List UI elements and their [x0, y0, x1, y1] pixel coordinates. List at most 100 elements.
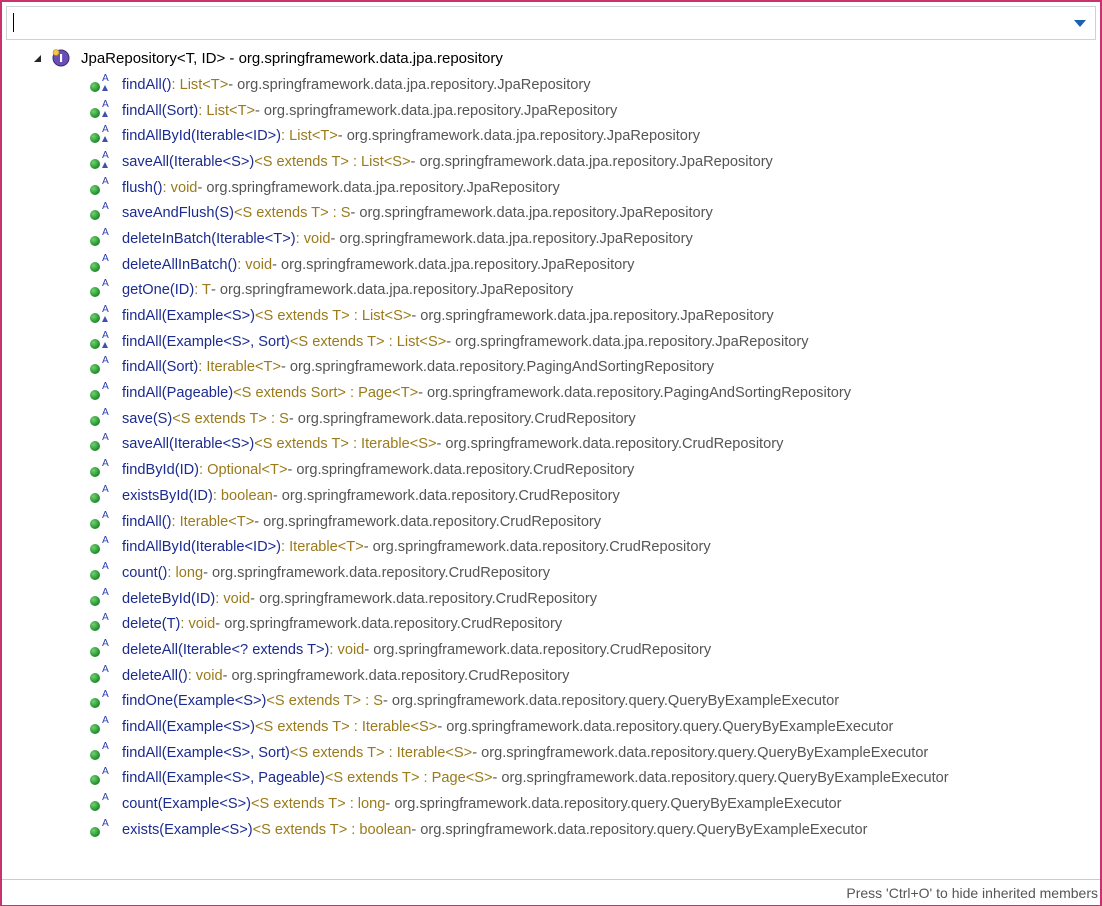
abstract-marker-icon: A: [102, 483, 109, 495]
member-signature: findOne(Example<S>): [122, 693, 267, 710]
abstract-marker-icon: A: [102, 509, 109, 521]
member-row[interactable]: AfindAllById(Iterable<ID>) : List<T> - o…: [2, 123, 1100, 149]
abstract-marker-icon: A: [102, 817, 109, 829]
member-row[interactable]: AfindAll() : Iterable<T> - org.springfra…: [2, 509, 1100, 535]
member-declaring-type: - org.springframework.data.jpa.repositor…: [228, 76, 591, 93]
member-row[interactable]: AsaveAll(Iterable<S>) <S extends T> : Li…: [2, 149, 1100, 175]
public-abstract-method-icon: A: [90, 355, 114, 376]
method-dot-icon: [90, 467, 100, 478]
member-row[interactable]: AfindOne(Example<S>) <S extends T> : S -…: [2, 689, 1100, 715]
chevron-down-icon[interactable]: [1071, 15, 1089, 33]
member-return-type: : void: [162, 179, 198, 196]
member-row[interactable]: Aexists(Example<S>) <S extends T> : bool…: [2, 817, 1100, 843]
member-row[interactable]: AfindAll(Sort) : Iterable<T> - org.sprin…: [2, 355, 1100, 381]
public-abstract-method-icon: A: [90, 150, 114, 171]
member-row[interactable]: AgetOne(ID) : T - org.springframework.da…: [2, 278, 1100, 304]
member-row[interactable]: AfindAll(Example<S>, Pageable) <S extend…: [2, 766, 1100, 792]
method-dot-icon: [90, 313, 100, 324]
member-signature: count(Example<S>): [122, 796, 251, 813]
member-declaring-type: - org.springframework.data.repository.Cr…: [222, 667, 570, 684]
overrides-marker-icon: [102, 316, 108, 323]
member-signature: saveAll(Iterable<S>): [122, 436, 255, 453]
member-row[interactable]: AfindAllById(Iterable<ID>) : Iterable<T>…: [2, 534, 1100, 560]
public-abstract-method-icon: A: [90, 587, 114, 608]
member-return-type: <S extends T> : Iterable<S>: [255, 719, 438, 736]
public-abstract-method-icon: A: [90, 304, 114, 325]
public-abstract-method-icon: A: [90, 664, 114, 685]
member-signature: findAll(Example<S>, Sort): [122, 744, 290, 761]
public-abstract-method-icon: A: [90, 561, 114, 582]
member-declaring-type: - org.springframework.data.jpa.repositor…: [272, 256, 635, 273]
member-row[interactable]: AdeleteAll() : void - org.springframewor…: [2, 663, 1100, 689]
member-signature: deleteAll(): [122, 667, 188, 684]
member-row[interactable]: AdeleteById(ID) : void - org.springframe…: [2, 586, 1100, 612]
member-declaring-type: - org.springframework.data.jpa.repositor…: [350, 205, 713, 222]
method-dot-icon: [90, 390, 100, 401]
member-row[interactable]: AfindAll(Example<S>, Sort) <S extends T>…: [2, 329, 1100, 355]
member-return-type: : void: [180, 616, 216, 633]
root-interface-label: JpaRepository<T, ID> - org.springframewo…: [81, 49, 503, 67]
member-return-type: : long: [167, 564, 204, 581]
member-signature: exists(Example<S>): [122, 821, 253, 838]
member-row[interactable]: AdeleteAll(Iterable<? extends T>) : void…: [2, 637, 1100, 663]
public-abstract-method-icon: A: [90, 330, 114, 351]
abstract-marker-icon: A: [102, 355, 109, 367]
tree-root-node[interactable]: I JpaRepository<T, ID> - org.springframe…: [16, 46, 1076, 70]
member-row[interactable]: Acount() : long - org.springframework.da…: [2, 560, 1100, 586]
public-abstract-method-icon: A: [90, 98, 114, 120]
member-declaring-type: - org.springframework.data.repository.qu…: [437, 719, 894, 736]
member-row[interactable]: AfindAll(Example<S>) <S extends T> : Lis…: [2, 303, 1100, 329]
member-declaring-type: - org.springframework.data.repository.Pa…: [280, 359, 714, 376]
method-dot-icon: [90, 184, 100, 195]
member-signature: deleteAll(Iterable<? extends T>): [122, 641, 330, 658]
member-row[interactable]: AsaveAndFlush(S) <S extends T> : S - org…: [2, 200, 1100, 226]
member-row[interactable]: Acount(Example<S>) <S extends T> : long …: [2, 791, 1100, 817]
member-signature: findAll(Sort): [122, 102, 199, 119]
member-row[interactable]: AfindAll(Sort) : List<T> - org.springfra…: [2, 98, 1100, 124]
member-return-type: <S extends T> : List<S>: [254, 153, 411, 170]
member-signature: findAll(Example<S>, Sort): [122, 333, 290, 350]
member-return-type: <S extends T> : List<S>: [255, 308, 412, 325]
public-abstract-method-icon: A: [90, 793, 114, 813]
method-dot-icon: [90, 287, 100, 298]
interface-icon: I: [51, 49, 70, 67]
public-abstract-method-icon: A: [90, 483, 114, 505]
abstract-marker-icon: A: [102, 304, 109, 316]
method-dot-icon: [90, 492, 100, 503]
member-signature: count(): [122, 564, 168, 581]
abstract-marker-icon: A: [102, 98, 109, 110]
member-row[interactable]: Asave(S) <S extends T> : S - org.springf…: [2, 406, 1100, 432]
member-return-type: : List<T>: [198, 102, 256, 119]
method-dot-icon: [90, 518, 100, 529]
member-signature: findAll(Example<S>): [122, 719, 256, 736]
member-row[interactable]: Adelete(T) : void - org.springframework.…: [2, 611, 1100, 637]
member-row[interactable]: AdeleteAllInBatch() : void - org.springf…: [2, 252, 1100, 278]
member-signature: delete(T): [122, 616, 181, 633]
member-return-type: : void: [187, 667, 223, 684]
public-abstract-method-icon: A: [90, 741, 114, 762]
abstract-marker-icon: A: [102, 432, 109, 444]
member-row[interactable]: AfindAll(Pageable) <S extends Sort> : Pa…: [2, 380, 1100, 406]
member-row[interactable]: Aflush() : void - org.springframework.da…: [2, 175, 1100, 201]
member-declaring-type: - org.springframework.data.repository.qu…: [411, 821, 868, 838]
member-row[interactable]: AexistsById(ID) : boolean - org.springfr…: [2, 483, 1100, 509]
text-caret: [13, 13, 14, 32]
member-row[interactable]: AfindAll() : List<T> - org.springframewo…: [2, 72, 1100, 98]
member-signature: findAll(Example<S>, Pageable): [122, 770, 325, 787]
expand-toggle-icon[interactable]: [34, 54, 41, 62]
svg-text:I: I: [59, 52, 63, 65]
member-return-type: : boolean: [212, 487, 273, 504]
member-signature: existsById(ID): [122, 487, 213, 504]
member-row[interactable]: AdeleteInBatch(Iterable<T>) : void - org…: [2, 226, 1100, 252]
method-dot-icon: [90, 158, 100, 169]
method-dot-icon: [90, 544, 100, 555]
public-abstract-method-icon: A: [90, 638, 114, 659]
member-row[interactable]: AfindAll(Example<S>) <S extends T> : Ite…: [2, 714, 1100, 740]
member-row[interactable]: AfindAll(Example<S>, Sort) <S extends T>…: [2, 740, 1100, 766]
member-row[interactable]: AsaveAll(Iterable<S>) <S extends T> : It…: [2, 432, 1100, 458]
overrides-marker-icon: [102, 110, 108, 117]
member-row[interactable]: AfindById(ID) : Optional<T> - org.spring…: [2, 457, 1100, 483]
public-abstract-method-icon: A: [90, 459, 114, 479]
abstract-marker-icon: A: [102, 406, 109, 418]
filter-input[interactable]: [13, 11, 1053, 35]
